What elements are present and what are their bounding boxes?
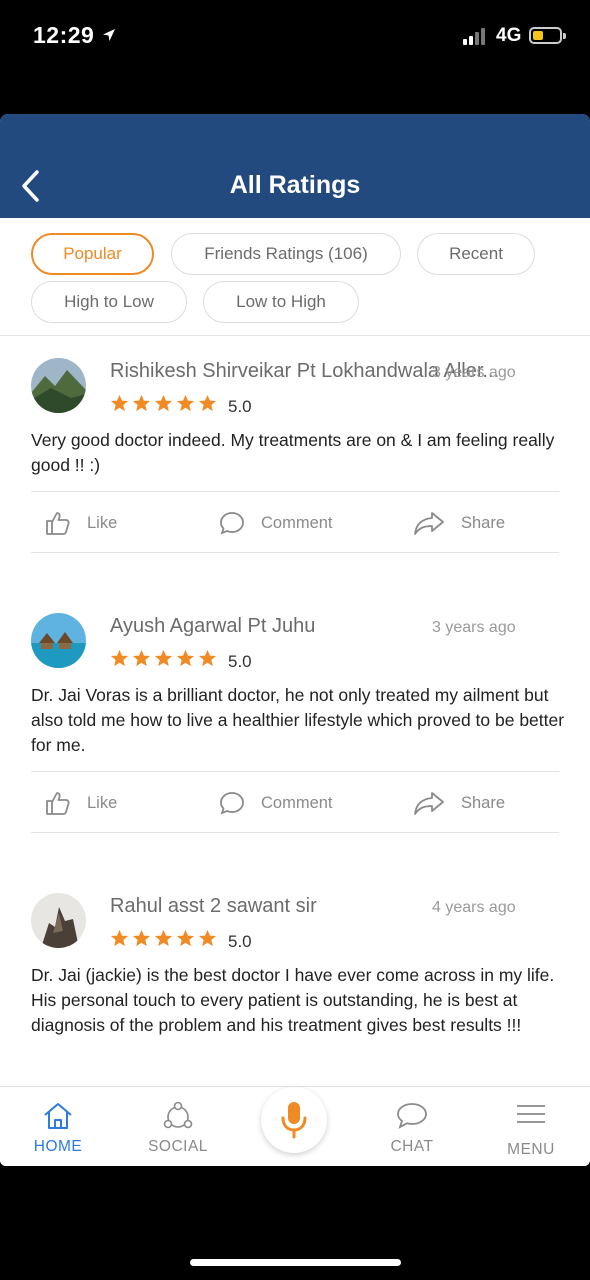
comment-label: Comment xyxy=(261,793,333,812)
comment-icon xyxy=(220,792,244,815)
star-icon xyxy=(132,649,151,667)
star-icon xyxy=(154,394,173,412)
review-item: Ayush Agarwal Pt Juhu 3 years ago 5.0 Dr… xyxy=(0,591,590,861)
review-text: Dr. Jai (jackie) is the best doctor I ha… xyxy=(31,965,555,1035)
network-type: 4G xyxy=(496,25,522,46)
filter-friends-ratings[interactable]: Friends Ratings (106) xyxy=(171,233,401,275)
star-icon xyxy=(154,649,173,667)
share-button[interactable]: Share xyxy=(413,510,505,536)
comment-icon xyxy=(220,512,244,535)
nav-menu-label: MENU xyxy=(507,1141,555,1158)
review-text: Very good doctor indeed. My treatments a… xyxy=(31,430,555,475)
star-icon xyxy=(176,929,195,947)
avatar[interactable] xyxy=(31,358,86,413)
nav-home-label: HOME xyxy=(33,1138,83,1155)
battery-icon xyxy=(529,27,566,44)
page-title: All Ratings xyxy=(229,171,361,199)
nav-social-label: SOCIAL xyxy=(148,1138,208,1155)
review-age: 3 years ago xyxy=(432,619,516,636)
star-rating xyxy=(110,929,217,948)
share-label: Share xyxy=(461,793,506,812)
status-bar: 12:29 4G xyxy=(0,0,590,75)
like-button[interactable]: Like xyxy=(45,510,117,536)
location-arrow-icon xyxy=(103,29,115,41)
comment-button[interactable]: Comment xyxy=(219,790,333,816)
star-icon xyxy=(110,929,129,947)
reviewer-name[interactable]: Ayush Agarwal Pt Juhu xyxy=(110,615,410,638)
star-icon xyxy=(176,394,195,412)
review-text: Dr. Jai Voras is a brilliant doctor, he … xyxy=(31,685,565,755)
home-icon xyxy=(44,1103,72,1129)
home-indicator[interactable] xyxy=(190,1259,401,1266)
review-item: Rishikesh Shirveikar Pt Lokhandwala Alle… xyxy=(0,336,590,576)
share-icon xyxy=(414,512,444,535)
avatar[interactable] xyxy=(31,893,86,948)
filter-recent[interactable]: Recent xyxy=(417,233,535,275)
signal-icon xyxy=(463,28,485,45)
thumbs-up-icon xyxy=(46,792,70,815)
like-label: Like xyxy=(87,793,118,812)
rating-value: 5.0 xyxy=(228,932,252,951)
share-label: Share xyxy=(461,513,506,532)
star-icon xyxy=(176,649,195,667)
like-button[interactable]: Like xyxy=(45,790,117,816)
star-icon xyxy=(132,929,151,947)
review-age: 3 years ago xyxy=(432,364,516,381)
like-label: Like xyxy=(87,513,118,532)
star-icon xyxy=(110,649,129,667)
filter-high-to-low[interactable]: High to Low xyxy=(31,281,187,323)
star-icon xyxy=(198,929,217,947)
microphone-icon xyxy=(281,1102,307,1139)
filter-low-to-high[interactable]: Low to High xyxy=(203,281,359,323)
thumbs-up-icon xyxy=(46,512,70,535)
rating-value: 5.0 xyxy=(228,397,252,416)
voice-search-button[interactable] xyxy=(261,1087,327,1153)
comment-button[interactable]: Comment xyxy=(219,510,333,536)
star-icon xyxy=(198,394,217,412)
star-icon xyxy=(110,394,129,412)
social-icon xyxy=(163,1101,193,1129)
app-screen: All Ratings Popular Friends Ratings (106… xyxy=(0,114,590,1166)
comment-label: Comment xyxy=(261,513,333,532)
star-icon xyxy=(198,649,217,667)
nav-home[interactable]: HOME xyxy=(0,1087,118,1166)
nav-social[interactable]: SOCIAL xyxy=(118,1087,238,1166)
review-item: Rahul asst 2 sawant sir 4 years ago 5.0 … xyxy=(0,871,590,1086)
nav-chat-label: CHAT xyxy=(390,1138,434,1155)
review-actions: Like Comment Share xyxy=(31,491,559,553)
nav-menu[interactable]: MENU xyxy=(471,1087,590,1166)
review-actions: Like Comment Share xyxy=(31,771,559,833)
star-icon xyxy=(132,394,151,412)
avatar[interactable] xyxy=(31,613,86,668)
nav-chat[interactable]: CHAT xyxy=(352,1087,472,1166)
filter-bar: Popular Friends Ratings (106) Recent Hig… xyxy=(0,218,590,336)
rating-value: 5.0 xyxy=(228,652,252,671)
status-time: 12:29 xyxy=(33,22,95,48)
star-rating xyxy=(110,394,217,413)
bottom-nav: HOME SOCIAL CHAT MENU xyxy=(0,1086,590,1166)
share-button[interactable]: Share xyxy=(413,790,505,816)
star-icon xyxy=(154,929,173,947)
filter-popular[interactable]: Popular xyxy=(31,233,154,275)
star-rating xyxy=(110,649,217,668)
chat-icon xyxy=(397,1103,427,1129)
menu-icon xyxy=(517,1105,545,1123)
reviewer-name[interactable]: Rahul asst 2 sawant sir xyxy=(110,895,410,918)
review-age: 4 years ago xyxy=(432,899,516,916)
share-icon xyxy=(414,792,444,815)
header: All Ratings xyxy=(0,114,590,218)
